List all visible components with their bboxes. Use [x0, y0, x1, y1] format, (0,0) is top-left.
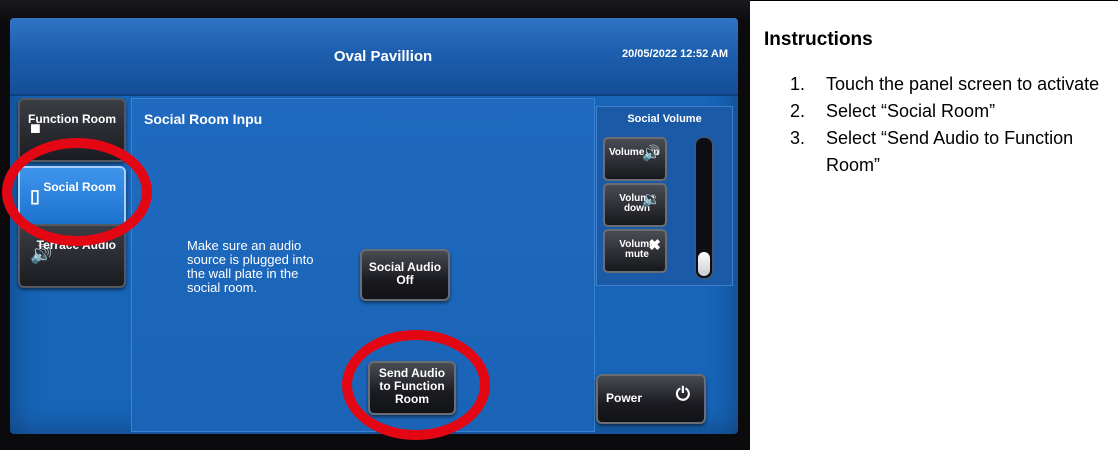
content-title: Social Room Inpu	[144, 111, 263, 127]
annotation-circle-social-room	[2, 138, 152, 246]
volume-title: Social Volume	[627, 113, 702, 125]
instructions-title: Instructions	[764, 29, 873, 50]
power-label: Power	[606, 391, 643, 405]
power-icon: ⏻	[675, 384, 690, 404]
instruction-step: 3. Select “Send Audio to Function Room”	[790, 125, 1106, 179]
instruction-step: 1. Touch the panel screen to activate	[790, 71, 1106, 98]
instructions-list: 1. Touch the panel screen to activate 2.…	[790, 71, 1106, 179]
room-title: Oval Pavillion	[333, 48, 433, 65]
social-audio-off-button[interactable]: Social Audio Off	[360, 249, 450, 301]
power-button[interactable]: Power ⏻	[596, 374, 706, 424]
step-number: 1.	[790, 74, 806, 94]
touch-panel-photo: Oval Pavillion 20/05/2022 12:52 AM ■ Fun…	[0, 0, 750, 450]
volume-slider[interactable]	[695, 137, 713, 279]
speaker-low-icon: 🔉	[642, 191, 661, 208]
nav-function-room-label: Function Room	[28, 112, 116, 126]
info-text: Make sure an audio source is plugged int…	[187, 238, 314, 295]
volume-down-button[interactable]: Volume down 🔉	[603, 183, 667, 227]
volume-mute-button[interactable]: Volume mute ✖	[603, 229, 667, 273]
instructions-panel: Instructions 1. Touch the panel screen t…	[750, 0, 1118, 451]
panel-bezel	[0, 0, 750, 20]
step-number: 3.	[790, 128, 806, 148]
speaker-loud-icon: 🔊	[642, 145, 661, 162]
social-audio-off-label: Social Audio Off	[368, 260, 442, 287]
annotation-circle-send-audio	[342, 330, 490, 440]
step-text: Select “Send Audio to Function Room”	[826, 128, 1074, 175]
step-text: Touch the panel screen to activate	[826, 74, 1100, 94]
mute-icon: ✖	[648, 237, 661, 254]
volume-panel: Social Volume Volume up 🔊 Volume down 🔉 …	[596, 106, 733, 286]
header-bar: Oval Pavillion 20/05/2022 12:52 AM	[10, 18, 738, 96]
step-text: Select “Social Room”	[826, 101, 996, 121]
step-number: 2.	[790, 101, 806, 121]
volume-up-button[interactable]: Volume up 🔊	[603, 137, 667, 181]
datetime-display: 20/05/2022 12:52 AM	[622, 48, 728, 60]
instruction-step: 2. Select “Social Room”	[790, 98, 1106, 125]
volume-level-fill	[698, 252, 710, 276]
